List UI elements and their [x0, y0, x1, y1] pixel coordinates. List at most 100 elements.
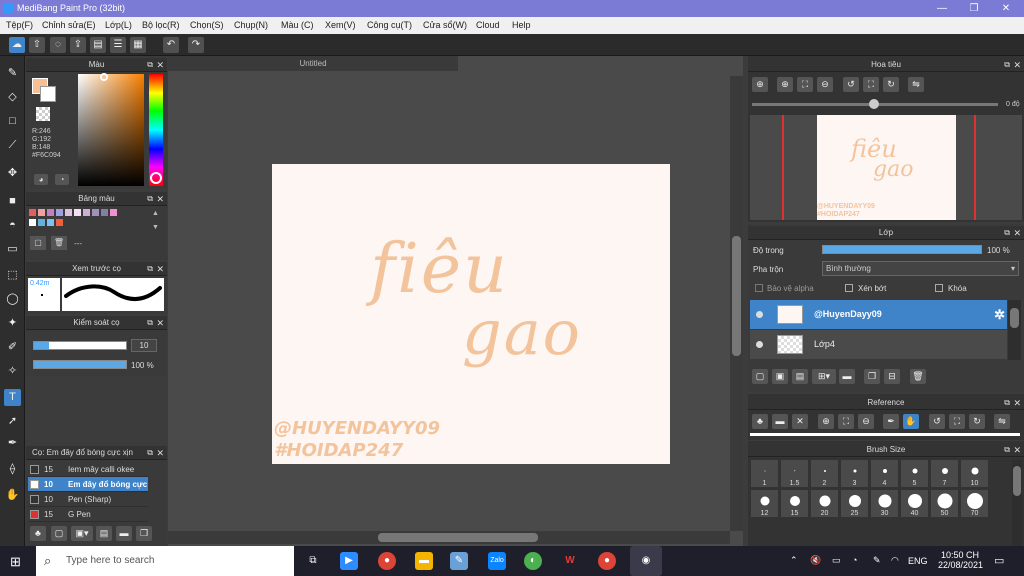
brush-item[interactable]: 10 Pen (Sharp)	[28, 492, 148, 507]
hue-handle[interactable]	[150, 172, 162, 184]
layer-scroll-thumb[interactable]	[1010, 308, 1019, 328]
layer-scrollbar[interactable]	[1008, 300, 1021, 360]
brush-size-cell[interactable]: 4	[870, 459, 899, 488]
close-icon[interactable]: ✕	[156, 192, 164, 206]
background-color[interactable]	[40, 86, 56, 102]
line-tool-icon[interactable]: ⟋	[4, 137, 21, 154]
list-icon[interactable]: ☰	[110, 37, 126, 53]
vertical-scrollbar[interactable]	[730, 76, 743, 531]
detach-icon[interactable]: ⧉	[147, 446, 153, 460]
chrome-icon[interactable]: ●	[378, 552, 396, 570]
saturation-value-picker[interactable]	[78, 74, 144, 186]
duplicate-layer-icon[interactable]: ❐	[864, 369, 880, 384]
comment-icon[interactable]: ◌	[50, 37, 66, 53]
brush-size-cell[interactable]: 50	[930, 489, 959, 518]
palette-swatch[interactable]	[83, 209, 90, 216]
close-icon[interactable]: ✕	[156, 446, 164, 460]
palette-swatch[interactable]	[47, 219, 54, 226]
close-icon[interactable]: ✕	[1013, 396, 1021, 410]
detach-icon[interactable]: ⧉	[1004, 226, 1010, 240]
menu-file[interactable]: Tệp(F)	[6, 20, 33, 30]
close-icon[interactable]: ✕	[1013, 226, 1021, 240]
brush-size-value[interactable]: 10	[131, 339, 157, 352]
reference-flip-icon[interactable]: ⇋	[994, 414, 1010, 429]
brush-size-scroll-thumb[interactable]	[1013, 466, 1021, 496]
layer-row-selected[interactable]: @HuyenDayy09 ✲	[750, 300, 1007, 329]
maximize-button[interactable]: ❐	[958, 0, 990, 17]
share-icon[interactable]: ⇪	[70, 37, 86, 53]
visibility-icon[interactable]	[756, 341, 763, 348]
hand-tool-icon[interactable]: ✋	[4, 487, 21, 504]
detach-icon[interactable]: ⧉	[147, 262, 153, 276]
flip-icon[interactable]: ⇋	[908, 77, 924, 92]
navigator-preview[interactable]: fiêu gao @HUYENDAYY09 #HOIDAP247	[750, 115, 1022, 220]
delete-layer-icon[interactable]: 🗑	[910, 369, 926, 384]
brush-size-cell[interactable]: 3	[840, 459, 869, 488]
new-8bit-layer-icon[interactable]: ▤	[792, 369, 808, 384]
chrome-alt-icon[interactable]: ●	[598, 552, 616, 570]
add-palette-icon[interactable]: ▢	[30, 236, 46, 250]
pen-icon[interactable]: ✎	[873, 555, 881, 566]
minimize-button[interactable]: —	[926, 0, 958, 17]
merge-layer-icon[interactable]: ⊟	[884, 369, 900, 384]
battery-icon[interactable]: ▭	[832, 555, 841, 566]
detach-icon[interactable]: ⧉	[1004, 58, 1010, 72]
clipping-checkbox[interactable]	[845, 284, 853, 292]
reference-open-icon[interactable]: ▬	[772, 414, 788, 429]
brush-size-cell[interactable]: 10	[960, 459, 989, 488]
reference-add-icon[interactable]: ♣	[752, 414, 768, 429]
detach-icon[interactable]: ⧉	[1004, 443, 1010, 457]
task-view-icon[interactable]: ⧉	[304, 552, 322, 570]
zalo-icon[interactable]: Zalo	[488, 552, 506, 570]
drawing-canvas[interactable]: fiêu gao @HUYENDAYY09 #HOIDAP247	[272, 164, 670, 464]
palette-swatch[interactable]	[38, 219, 45, 226]
menu-capture[interactable]: Chụp(N)	[234, 20, 268, 30]
layer-folder-icon[interactable]: ▬	[839, 369, 855, 384]
horizontal-scrollbar[interactable]	[168, 531, 730, 544]
layer-add-menu-icon[interactable]: ⊞▾	[812, 369, 836, 384]
eyedropper-icon[interactable]: ⟠	[4, 461, 21, 478]
zoom-in-icon[interactable]: ⊕	[752, 77, 768, 92]
fit-icon[interactable]: ⛶	[797, 77, 813, 92]
reference-reset-icon[interactable]: ⛶	[949, 414, 965, 429]
transparent-color[interactable]	[36, 107, 50, 121]
brush-size-scrollbar[interactable]	[1012, 460, 1022, 546]
select-eraser-icon[interactable]: ✧	[4, 363, 21, 380]
brush-size-cell[interactable]: 30	[870, 489, 899, 518]
operation-tool-icon[interactable]: ➚	[4, 413, 21, 430]
green-app-icon[interactable]: ◐	[524, 552, 542, 570]
dropper-tool-icon[interactable]: ✒	[4, 435, 21, 452]
protect-alpha-checkbox[interactable]	[755, 284, 763, 292]
lock-checkbox[interactable]	[935, 284, 943, 292]
reference-rotate-left-icon[interactable]: ↺	[929, 414, 945, 429]
move-tool-icon[interactable]: ✥	[4, 165, 21, 182]
brush-size-cell[interactable]: 1.5	[780, 459, 809, 488]
rotate-left-icon[interactable]: ↺	[843, 77, 859, 92]
delete-palette-icon[interactable]: 🗑	[51, 236, 67, 250]
eraser-tool-icon[interactable]: ◇	[4, 89, 21, 106]
brush-size-slider[interactable]	[33, 341, 127, 350]
close-icon[interactable]: ✕	[156, 316, 164, 330]
new-brush-icon[interactable]: ▢	[51, 526, 67, 541]
close-button[interactable]: ✕	[990, 0, 1022, 17]
menu-view[interactable]: Xem(V)	[325, 20, 356, 30]
upload-icon[interactable]: ⇧	[29, 37, 45, 53]
reference-hand-icon[interactable]: ✋	[903, 414, 919, 429]
vertical-scroll-thumb[interactable]	[732, 236, 741, 356]
brush-item[interactable]: 15 Iem mây calli okee	[28, 462, 148, 477]
palette-swatch[interactable]	[74, 209, 81, 216]
palette-swatch[interactable]	[56, 219, 63, 226]
magic-wand-icon[interactable]: ✦	[4, 315, 21, 332]
close-icon[interactable]: ✕	[156, 58, 164, 72]
brush-size-cell[interactable]: 15	[780, 489, 809, 518]
select-pen-icon[interactable]: ✐	[4, 339, 21, 356]
menu-filter[interactable]: Bộ lọc(R)	[142, 20, 180, 30]
brush-size-cell[interactable]: 20	[810, 489, 839, 518]
add-brush-icon[interactable]: ♣	[30, 526, 46, 541]
brush-size-cell[interactable]: 25	[840, 489, 869, 518]
hue-slider[interactable]	[149, 74, 163, 186]
rotate-right-icon[interactable]: ↻	[883, 77, 899, 92]
palette-swatch[interactable]	[56, 209, 63, 216]
palette-swatch[interactable]	[65, 209, 72, 216]
undo-icon[interactable]: ↶	[163, 37, 179, 53]
